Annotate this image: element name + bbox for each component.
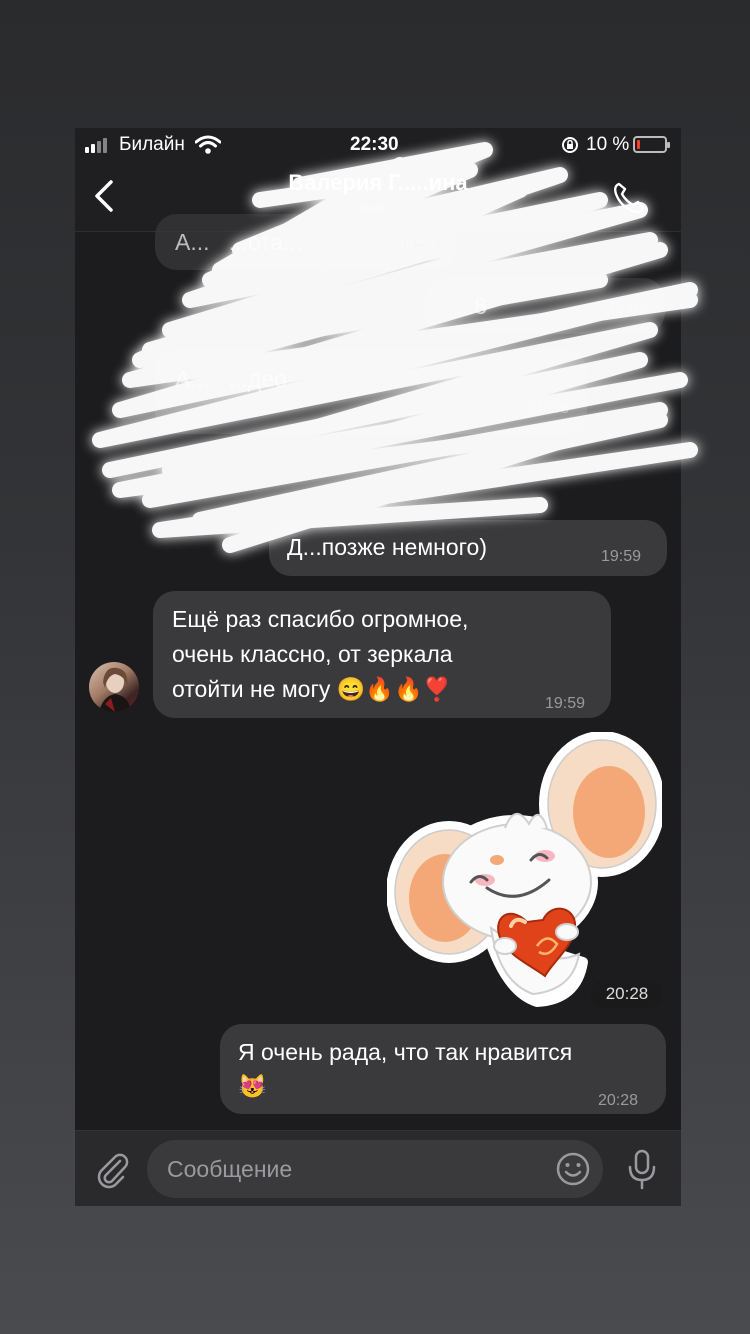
carrier-name: Билайн [119,134,185,155]
battery-icon [633,136,670,153]
message-time: 15:57 [606,300,647,317]
wifi-icon [195,135,221,154]
message-time: 19:59 [545,695,586,712]
message-bubble-outgoing[interactable]: ...8 15:57 [425,278,665,334]
orientation-lock-icon [562,137,578,153]
attach-button[interactable] [93,1149,131,1189]
message-text-line: 😻 [238,1073,267,1099]
message-bubble-outgoing[interactable]: Я очень рада, что так нравится 😻 20:28 [220,1024,666,1114]
message-time: 19:59 [601,548,642,565]
call-button[interactable] [609,178,649,218]
message-time: 15:57 [396,236,437,253]
message-text: А... ...ота... [175,229,303,255]
sticker-time: 20:28 [591,980,663,1008]
message-time: 20:28 [598,1092,639,1109]
signal-strength-icon [85,137,111,153]
emoji-button[interactable] [555,1151,591,1187]
mouse-heart-sticker[interactable] [387,732,662,1012]
message-input-bar [75,1130,681,1206]
chat-screen: Билайн 22:30 10 % Валерия Г.....ина бнв.… [75,128,681,1206]
message-text-line: очень классно, от зеркала [172,641,453,667]
clock: 22:30 [350,134,399,155]
message-text-line: Ещё раз спасибо огромное, [172,606,469,632]
message-text-line: отойти не могу 😄🔥🔥❣️ [172,676,452,702]
contact-avatar[interactable] [89,662,139,712]
message-text: А... ...део [175,366,287,392]
message-text-line: Я очень рада, что так нравится [238,1039,573,1065]
battery-percent: 10 % [586,134,630,155]
message-bubble-incoming[interactable]: А... ...део 19:58 [155,350,587,434]
message-text: Д...позже немного) [287,534,487,560]
contact-name[interactable]: Валерия Г.....ина [75,170,681,196]
status-bar: Билайн 22:30 10 % [75,128,681,164]
message-bubble-incoming[interactable]: А... ...ота... 15:57 [155,214,455,270]
message-bubble-incoming[interactable]: Ещё раз спасибо огромное, очень классно,… [153,591,611,718]
message-text: ...8 [455,293,487,319]
microphone-button[interactable] [623,1147,661,1191]
message-time: 19:58 [528,400,569,417]
message-bubble-outgoing[interactable]: Д...позже немного) 19:59 [269,520,667,576]
battery-level-fill [637,140,640,149]
message-input[interactable] [147,1140,603,1198]
